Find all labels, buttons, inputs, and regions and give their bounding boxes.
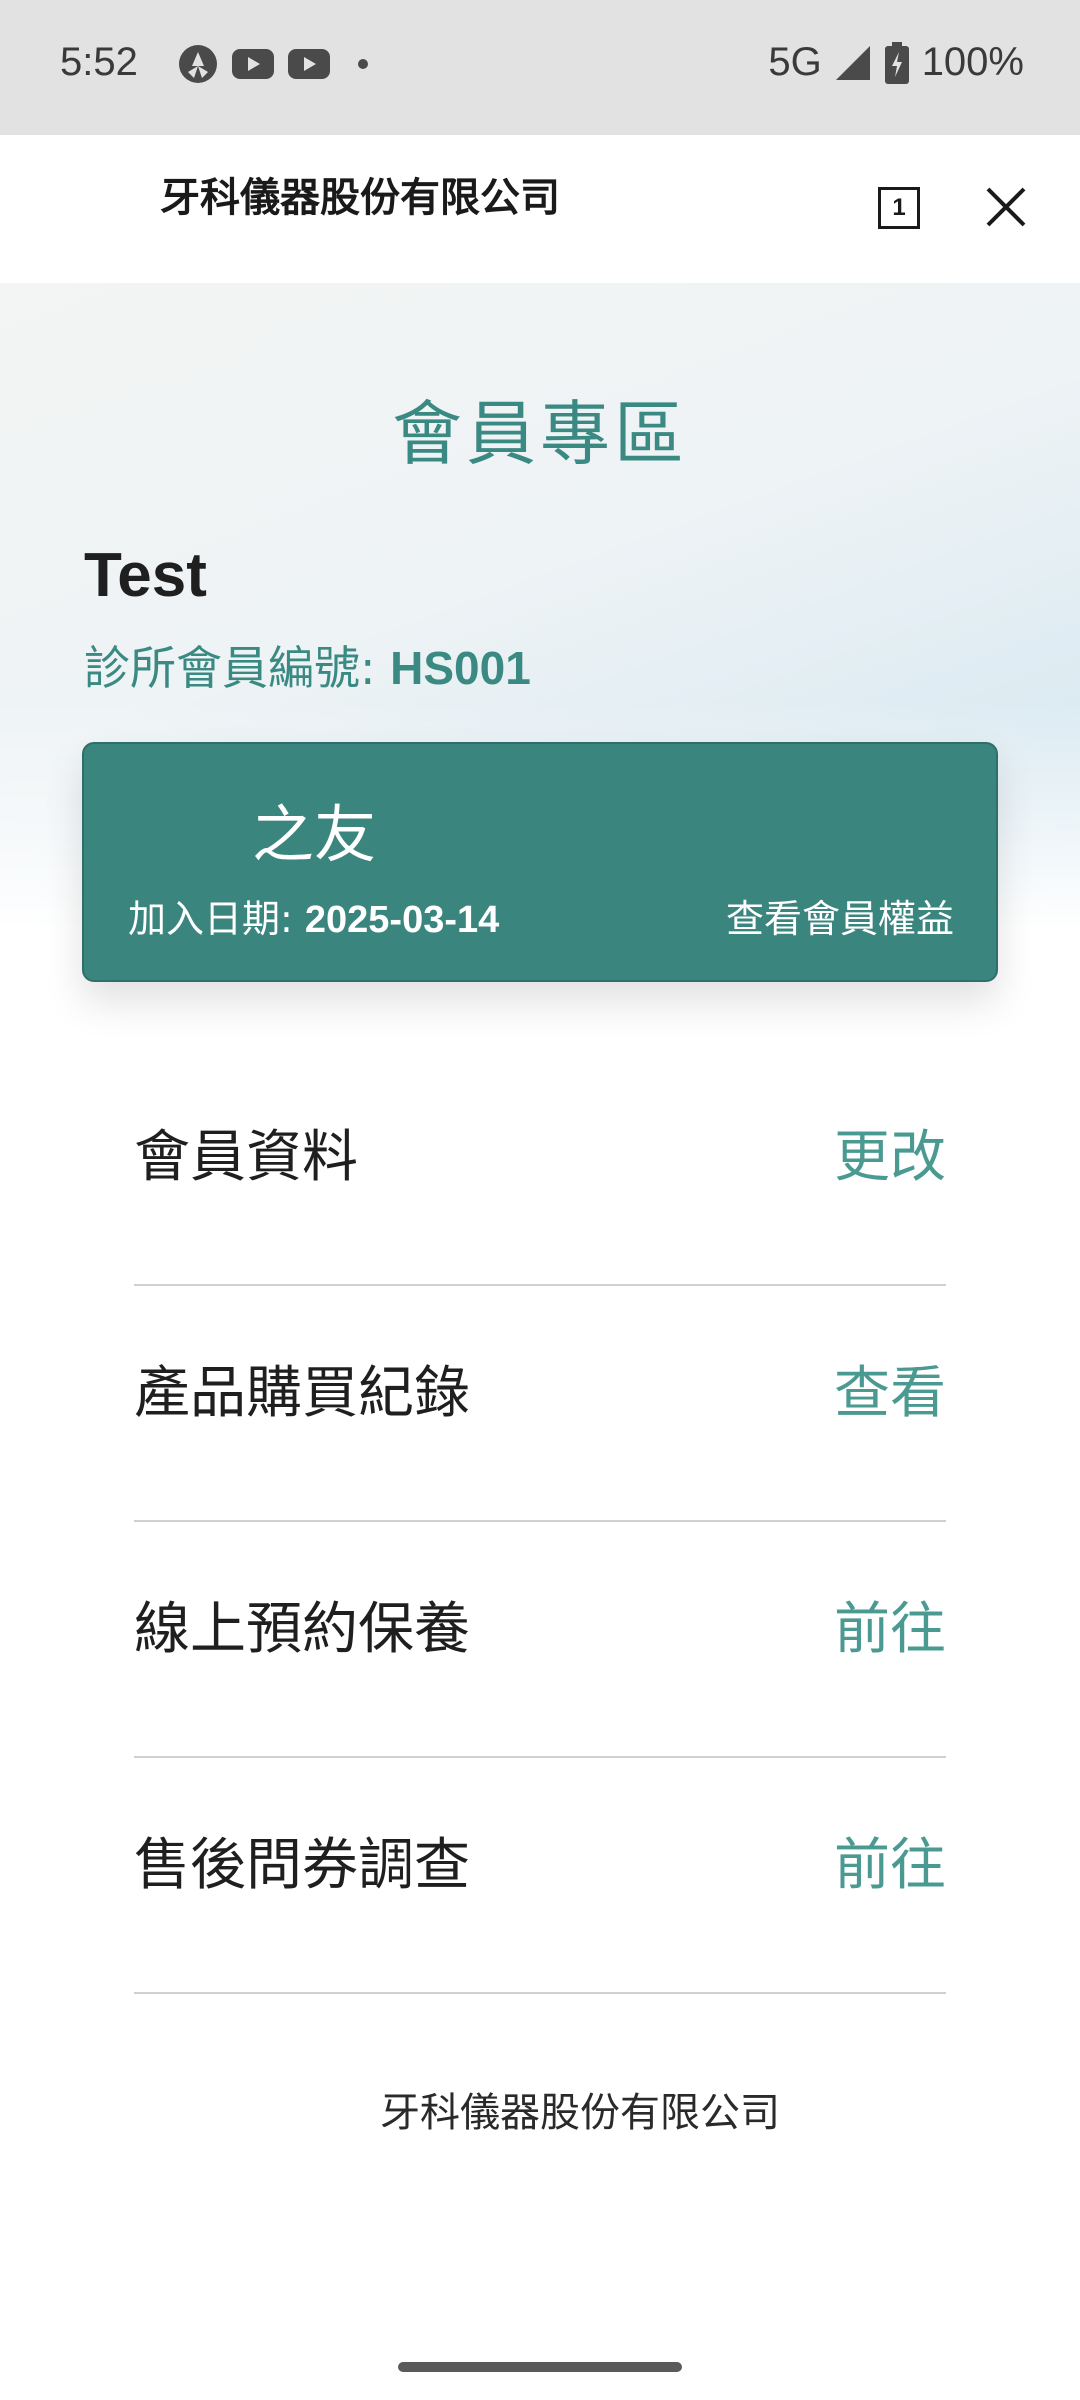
go-link[interactable]: 前往 xyxy=(834,1584,946,1665)
app-icon xyxy=(179,45,217,83)
join-date-value: 2025-03-14 xyxy=(304,899,500,941)
page-header-title: 牙科儀器股份有限公司 xyxy=(160,175,560,221)
menu-item-label: 會員資料 xyxy=(134,1125,358,1190)
signal-icon xyxy=(835,45,870,80)
view-benefits-link[interactable]: 查看會員權益 xyxy=(726,888,954,943)
member-id: 診所會員編號: HS001 xyxy=(84,632,531,698)
battery-percent: 100% xyxy=(921,40,1024,84)
edit-link[interactable]: 更改 xyxy=(834,1112,946,1193)
status-icons-right: 5G 100% xyxy=(768,40,1024,85)
menu-item-online-maintenance[interactable]: 線上預約保養 前往 xyxy=(134,1522,946,1758)
youtube-icon xyxy=(232,49,274,79)
join-date-label: 加入日期: xyxy=(128,897,305,941)
member-card: 之友 加入日期: 2025-03-14 查看會員權益 xyxy=(82,742,998,982)
menu-item-after-sales-survey[interactable]: 售後問券調查 前往 xyxy=(134,1758,946,1994)
home-indicator[interactable] xyxy=(398,2362,682,2372)
view-link[interactable]: 查看 xyxy=(834,1348,946,1429)
network-type: 5G xyxy=(768,40,822,84)
menu-item-label: 線上預約保養 xyxy=(134,1597,470,1662)
join-date: 加入日期: 2025-03-14 xyxy=(128,888,499,943)
go-link[interactable]: 前往 xyxy=(834,1820,946,1901)
member-tier: 之友 xyxy=(252,798,377,871)
member-id-label: 診所會員編號: xyxy=(84,641,391,695)
status-icons-left xyxy=(178,44,368,84)
notification-dot-icon xyxy=(358,59,368,69)
page-title: 會員專區 xyxy=(392,393,688,475)
tabs-icon[interactable]: 1 xyxy=(878,187,920,229)
menu-item-label: 產品購買紀錄 xyxy=(134,1361,470,1426)
youtube-icon xyxy=(288,49,330,79)
footer-company-name: 牙科儀器股份有限公司 xyxy=(380,2090,780,2136)
menu-item-member-info[interactable]: 會員資料 更改 xyxy=(134,1050,946,1286)
menu-item-purchase-history[interactable]: 產品購買紀錄 查看 xyxy=(134,1286,946,1522)
user-name: Test xyxy=(84,541,207,610)
battery-charging-icon xyxy=(884,41,909,84)
close-icon[interactable] xyxy=(984,185,1028,229)
status-time: 5:52 xyxy=(60,40,138,84)
status-bar: 5:52 5G 100% xyxy=(0,0,1080,135)
member-id-value: HS001 xyxy=(390,642,531,694)
menu-item-label: 售後問券調查 xyxy=(134,1833,470,1898)
member-menu-list: 會員資料 更改 產品購買紀錄 查看 線上預約保養 前往 售後問券調查 前往 xyxy=(134,1050,946,1994)
title-bar: 牙科儀器股份有限公司 1 xyxy=(0,135,1080,283)
